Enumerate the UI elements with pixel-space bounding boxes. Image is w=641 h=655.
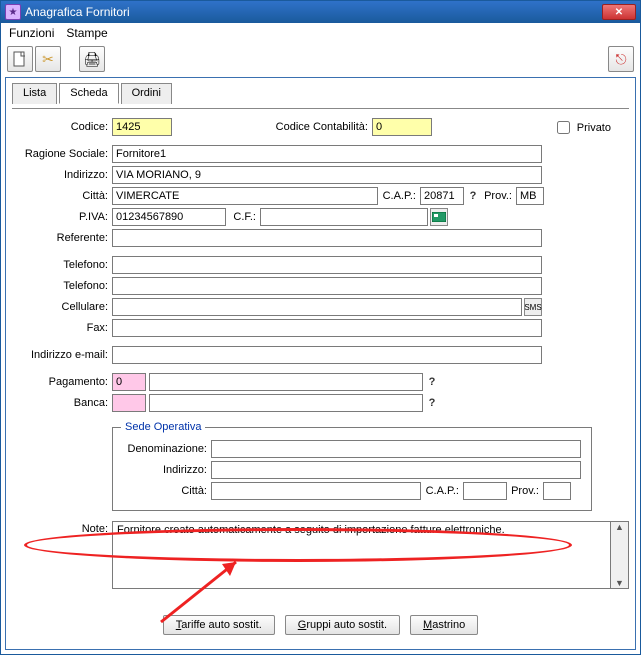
citta-input[interactable] [112,187,378,205]
window-title: Anagrafica Fornitori [25,5,602,19]
sede-denom-input[interactable] [211,440,581,458]
sms-icon: SMS [524,303,541,312]
exit-button[interactable]: ⎋ [608,46,634,72]
cellulare-input[interactable] [112,298,522,316]
delete-button[interactable]: ✂ [35,46,61,72]
close-button[interactable]: ✕ [602,4,636,20]
tab-scheda[interactable]: Scheda [59,83,118,104]
scissors-icon: ✂ [42,51,54,68]
label-rag-soc: Ragione Sociale: [12,148,112,160]
sede-prov-input[interactable] [543,482,571,500]
print-button[interactable]: 🖨 [79,46,105,72]
sede-indirizzo-input[interactable] [211,461,581,479]
label-cod-cont: Codice Contabilità: [272,121,372,133]
sede-legend: Sede Operativa [121,421,205,433]
city-lookup-icon[interactable]: ? [464,187,482,205]
pagamento-desc-input[interactable] [149,373,423,391]
toolbar: ✂ 🖨 ⎋ [1,43,640,75]
tariffe-button[interactable]: Tariffe auto sostit. [163,615,275,635]
printer-icon: 🖨 [83,51,101,68]
label-pagamento: Pagamento: [12,376,112,388]
document-icon [13,51,27,67]
indirizzo-input[interactable] [112,166,542,184]
label-tel2: Telefono: [12,280,112,292]
label-banca: Banca: [12,397,112,409]
tabs: Lista Scheda Ordini [12,82,629,103]
label-citta: Città: [12,190,112,202]
sede-operativa-group: Sede Operativa Denominazione: Indirizzo:… [112,421,592,511]
pagamento-code-input[interactable] [112,373,146,391]
sede-cap-input[interactable] [463,482,507,500]
gruppi-button[interactable]: Gruppi auto sostit. [285,615,400,635]
email-input[interactable] [112,346,542,364]
prov-input[interactable] [516,187,544,205]
note-scrollbar[interactable]: ▲ ▼ [611,521,629,589]
banca-lookup-icon[interactable]: ? [423,394,441,412]
titlebar: ★ Anagrafica Fornitori ✕ [1,1,640,23]
banca-code-input[interactable] [112,394,146,412]
scroll-down-icon[interactable]: ▼ [611,578,628,588]
tab-underline [12,108,629,109]
sms-button[interactable]: SMS [524,298,542,316]
content-panel: Lista Scheda Ordini Codice: Codice Conta… [5,77,636,650]
label-cf: C.F.: [226,211,260,223]
banca-desc-input[interactable] [149,394,423,412]
telefono2-input[interactable] [112,277,542,295]
label-fax: Fax: [12,322,112,334]
label-piva: P.IVA: [12,211,112,223]
telefono1-input[interactable] [112,256,542,274]
label-sede-denom: Denominazione: [121,443,211,455]
label-prov: Prov.: [482,190,516,202]
referente-input[interactable] [112,229,542,247]
menubar: Funzioni Stampe [1,23,640,43]
fax-input[interactable] [112,319,542,337]
piva-input[interactable] [112,208,226,226]
label-cap: C.A.P.: [378,190,420,202]
codice-input[interactable] [112,118,172,136]
privato-checkbox[interactable] [557,121,570,134]
label-sede-citta: Città: [121,485,211,497]
sede-citta-input[interactable] [211,482,421,500]
tessera-sanitaria-button[interactable] [430,208,448,226]
cap-input[interactable] [420,187,464,205]
label-email: Indirizzo e-mail: [12,349,112,361]
app-icon: ★ [5,4,21,20]
cod-cont-input[interactable] [372,118,432,136]
cf-input[interactable] [260,208,428,226]
label-indirizzo: Indirizzo: [12,169,112,181]
label-referente: Referente: [12,232,112,244]
label-cellulare: Cellulare: [12,301,112,313]
label-sede-cap: C.A.P.: [421,485,463,497]
label-note: Note: [12,521,112,535]
window-frame: ★ Anagrafica Fornitori ✕ Funzioni Stampe… [0,0,641,655]
new-button[interactable] [7,46,33,72]
tab-ordini[interactable]: Ordini [121,83,172,104]
menu-stampe[interactable]: Stampe [66,26,107,40]
label-codice: Codice: [12,121,112,133]
ragione-sociale-input[interactable] [112,145,542,163]
label-sede-prov: Prov.: [507,485,543,497]
note-textarea[interactable] [112,521,611,589]
card-icon [432,212,446,222]
scroll-up-icon[interactable]: ▲ [611,522,628,532]
label-tel1: Telefono: [12,259,112,271]
mastrino-button[interactable]: Mastrino [410,615,478,635]
label-privato: Privato [577,122,611,134]
pagamento-lookup-icon[interactable]: ? [423,373,441,391]
label-sede-indirizzo: Indirizzo: [121,464,211,476]
tab-lista[interactable]: Lista [12,83,57,104]
exit-icon: ⎋ [615,51,626,68]
menu-funzioni[interactable]: Funzioni [9,26,54,40]
